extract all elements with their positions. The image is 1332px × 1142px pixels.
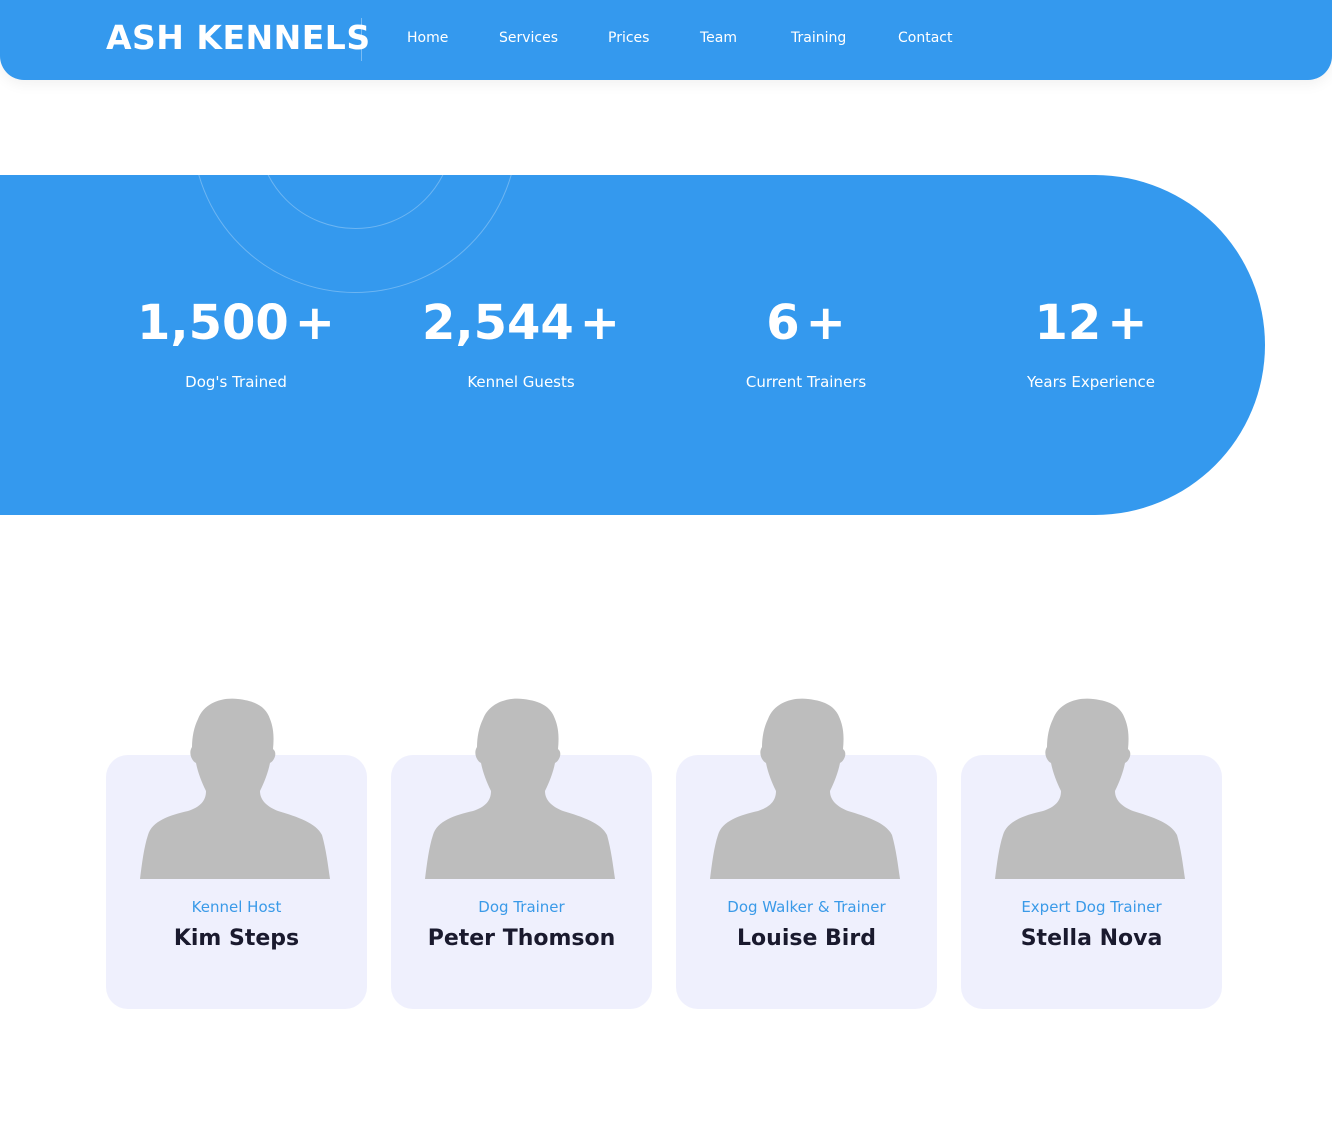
stat-label: Kennel Guests (467, 373, 575, 391)
member-name: Kim Steps (173, 926, 300, 951)
member-role: Dog Walker & Trainer (727, 898, 886, 916)
nav-link-team[interactable]: Team (700, 30, 737, 46)
member-role: Kennel Host (191, 898, 282, 916)
brand-logo-text[interactable]: ASH KENNELS (106, 18, 371, 57)
stat-value: 1,500 + (136, 295, 336, 351)
nav-link-services[interactable]: Services (499, 30, 558, 46)
stat-value: 6 + (766, 295, 846, 351)
member-name: Louise Bird (737, 926, 876, 951)
stats-section: 1,500 + Dog's Trained 2,544 + Kennel Guest… (0, 175, 1265, 515)
stat-kennel-guests: 2,544 + Kennel Guests (391, 295, 651, 391)
stat-value: 2,544 + (421, 295, 621, 351)
stat-current-trainers: 6 + Current Trainers (676, 295, 936, 391)
nav-divider (361, 18, 362, 61)
member-name: Stella Nova (1020, 926, 1163, 951)
stat-label: Current Trainers (745, 373, 867, 391)
site-header: ASH KENNELS Home Services Prices Team Tr… (0, 0, 1332, 80)
nav-link-home[interactable]: Home (407, 30, 448, 46)
team-card-louise-bird[interactable]: Dog Walker & Trainer Louise Bird (676, 698, 937, 1009)
person-silhouette-icon (425, 698, 615, 879)
stat-label: Dog's Trained (185, 373, 287, 391)
nav-link-prices[interactable]: Prices (608, 30, 649, 46)
member-role: Expert Dog Trainer (1021, 898, 1162, 916)
team-card-stella-nova[interactable]: Expert Dog Trainer Stella Nova (961, 698, 1222, 1009)
team-card-peter-thomson[interactable]: Dog Trainer Peter Thomson (391, 698, 652, 1009)
stat-years-experience: 12 + Years Experience (961, 295, 1221, 391)
nav-link-training[interactable]: Training (791, 30, 846, 46)
person-silhouette-icon (140, 698, 330, 879)
member-role: Dog Trainer (478, 898, 565, 916)
stat-value: 12 + (1034, 295, 1148, 351)
person-silhouette-icon (995, 698, 1185, 879)
stat-dogs-trained: 1,500 + Dog's Trained (106, 295, 366, 391)
member-name: Peter Thomson (427, 926, 616, 951)
team-card-kim-steps[interactable]: Kennel Host Kim Steps (106, 698, 367, 1009)
nav-link-contact[interactable]: Contact (898, 30, 952, 46)
person-silhouette-icon (710, 698, 900, 879)
stat-label: Years Experience (1027, 373, 1155, 391)
